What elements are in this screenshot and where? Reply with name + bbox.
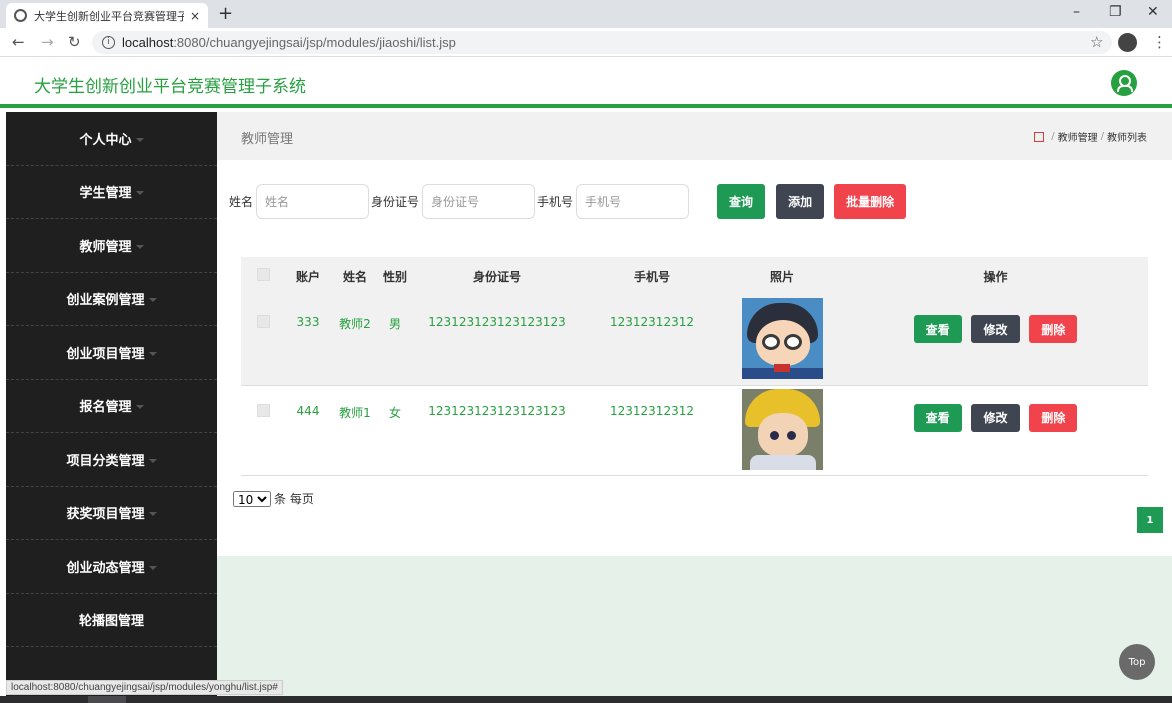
header-photo: 照片 <box>721 257 843 295</box>
tab-close-icon[interactable]: × <box>190 9 200 23</box>
table-row: 333 教师2 男 123123123123123123 12312312312… <box>241 295 1148 386</box>
delete-button[interactable]: 删除 <box>1029 403 1078 432</box>
breadcrumb: / 教师管理 / 教师列表 <box>1034 129 1147 144</box>
header-name: 姓名 <box>331 257 379 295</box>
row-checkbox[interactable] <box>256 403 270 417</box>
info-icon[interactable]: i <box>102 36 115 49</box>
phone-label: 手机号 <box>537 195 574 209</box>
add-button[interactable]: 添加 <box>776 184 825 219</box>
table-header-row: 账户 姓名 性别 身份证号 手机号 照片 操作 <box>241 257 1148 295</box>
browser-tab[interactable]: 大学生创新创业平台竞赛管理子系 × <box>6 3 208 28</box>
page-size-suffix: 条 每页 <box>274 492 314 506</box>
select-all-checkbox[interactable] <box>256 268 270 281</box>
page-title: 教师管理 <box>241 132 294 147</box>
cell-account: 444 <box>285 385 331 476</box>
window-close-icon[interactable]: ✕ <box>1147 4 1159 20</box>
sidebar-item-teachers[interactable]: 教师管理 <box>6 219 217 273</box>
edit-button[interactable]: 修改 <box>971 315 1020 343</box>
cell-gender: 女 <box>379 385 411 476</box>
header-gender: 性别 <box>379 257 411 295</box>
cell-id-number: 123123123123123123 <box>411 295 583 386</box>
id-number-label: 身份证号 <box>371 195 420 209</box>
caret-down-icon <box>135 405 144 410</box>
caret-down-icon <box>148 512 157 517</box>
caret-down-icon <box>148 298 157 303</box>
caret-down-icon <box>148 351 157 356</box>
reload-icon[interactable]: ↻ <box>68 33 81 51</box>
header-actions: 操作 <box>843 257 1148 295</box>
url-field[interactable]: i localhost:8080/chuangyejingsai/jsp/mod… <box>92 31 1112 54</box>
table-row: 444 教师1 女 123123123123123123 12312312312… <box>241 385 1148 476</box>
name-input[interactable] <box>256 184 370 219</box>
header-id-number: 身份证号 <box>411 257 583 295</box>
query-button[interactable]: 查询 <box>717 184 766 219</box>
globe-icon <box>14 9 27 22</box>
address-bar: ← → ↻ i localhost:8080/chuangyejingsai/j… <box>0 28 1172 57</box>
row-checkbox[interactable] <box>256 315 270 328</box>
bookmark-star-icon[interactable]: ☆ <box>1090 33 1103 51</box>
cell-gender: 男 <box>379 295 411 386</box>
sidebar-item-awards[interactable]: 获奖项目管理 <box>6 487 217 540</box>
sidebar: 个人中心 学生管理 教师管理 创业案例管理 创业项目管理 报名管理 项目分类管理… <box>6 112 217 703</box>
breadcrumb-teacher-management[interactable]: 教师管理 <box>1058 129 1098 144</box>
view-button[interactable]: 查看 <box>913 315 962 343</box>
breadcrumb-teacher-list: 教师列表 <box>1107 133 1147 144</box>
sidebar-item-students[interactable]: 学生管理 <box>6 166 217 219</box>
app-header: 大学生创新创业平台竞赛管理子系统 <box>0 58 1172 108</box>
search-form: 姓名 身份证号 手机号 查询 添加 批量删除 <box>229 184 907 219</box>
teacher-photo <box>741 388 823 470</box>
view-button[interactable]: 查看 <box>913 403 962 432</box>
home-icon[interactable] <box>1034 131 1045 142</box>
header-account: 账户 <box>285 257 331 295</box>
id-number-input[interactable] <box>422 184 536 219</box>
main-content: 教师管理 / 教师管理 / 教师列表 姓名 身份证号 手机号 查询 添加 批量删… <box>217 112 1172 703</box>
teacher-table: 账户 姓名 性别 身份证号 手机号 照片 操作 333 教师2 男 123123… <box>241 257 1148 476</box>
delete-button[interactable]: 删除 <box>1029 315 1078 343</box>
sidebar-item-personal-center[interactable]: 个人中心 <box>6 112 217 166</box>
cell-id-number: 123123123123123123 <box>411 385 583 476</box>
sidebar-item-carousel[interactable]: 轮播图管理 <box>6 594 217 647</box>
teacher-photo <box>741 298 823 379</box>
caret-down-icon <box>135 137 144 142</box>
status-bar-url: localhost:8080/chuangyejingsai/jsp/modul… <box>6 680 283 695</box>
cell-phone: 12312312312 <box>583 295 721 386</box>
caret-down-icon <box>135 191 144 196</box>
sidebar-item-categories[interactable]: 项目分类管理 <box>6 433 217 487</box>
back-to-top-button[interactable]: Top <box>1119 644 1155 680</box>
sidebar-item-news[interactable]: 创业动态管理 <box>6 540 217 594</box>
restore-icon[interactable]: ❐ <box>1109 4 1122 20</box>
page-size-control: 10 条 每页 <box>233 490 314 507</box>
menu-kebab-icon[interactable]: ⋮ <box>1152 33 1167 51</box>
taskbar <box>0 696 1172 703</box>
back-icon[interactable]: ← <box>12 33 25 51</box>
cell-account: 333 <box>285 295 331 386</box>
user-icon[interactable] <box>1111 70 1137 96</box>
phone-input[interactable] <box>576 184 690 219</box>
header-phone: 手机号 <box>583 257 721 295</box>
name-label: 姓名 <box>229 195 254 209</box>
cell-phone: 12312312312 <box>583 385 721 476</box>
sidebar-item-projects[interactable]: 创业项目管理 <box>6 326 217 380</box>
caret-down-icon <box>135 244 144 249</box>
caret-down-icon <box>148 565 157 570</box>
page-button-1[interactable]: 1 <box>1137 507 1163 533</box>
title-bar: 教师管理 / 教师管理 / 教师列表 <box>217 112 1172 160</box>
browser-tab-bar: 大学生创新创业平台竞赛管理子系 × + – ❐ ✕ <box>0 0 1172 28</box>
account-icon[interactable] <box>1118 33 1137 52</box>
edit-button[interactable]: 修改 <box>971 403 1020 432</box>
new-tab-icon[interactable]: + <box>218 3 233 24</box>
sidebar-item-registration[interactable]: 报名管理 <box>6 380 217 433</box>
sidebar-item-cases[interactable]: 创业案例管理 <box>6 273 217 326</box>
batch-delete-button[interactable]: 批量删除 <box>834 184 907 219</box>
app-title: 大学生创新创业平台竞赛管理子系统 <box>34 77 306 97</box>
forward-icon[interactable]: → <box>41 33 54 51</box>
page-size-select[interactable]: 10 <box>233 490 271 507</box>
cell-name: 教师2 <box>331 295 379 386</box>
footer-area <box>217 556 1172 703</box>
url-text: localhost:8080/chuangyejingsai/jsp/modul… <box>122 35 456 50</box>
cell-name: 教师1 <box>331 385 379 476</box>
minimize-icon[interactable]: – <box>1073 4 1080 20</box>
caret-down-icon <box>148 458 157 463</box>
tab-title: 大学生创新创业平台竞赛管理子系 <box>34 9 184 23</box>
